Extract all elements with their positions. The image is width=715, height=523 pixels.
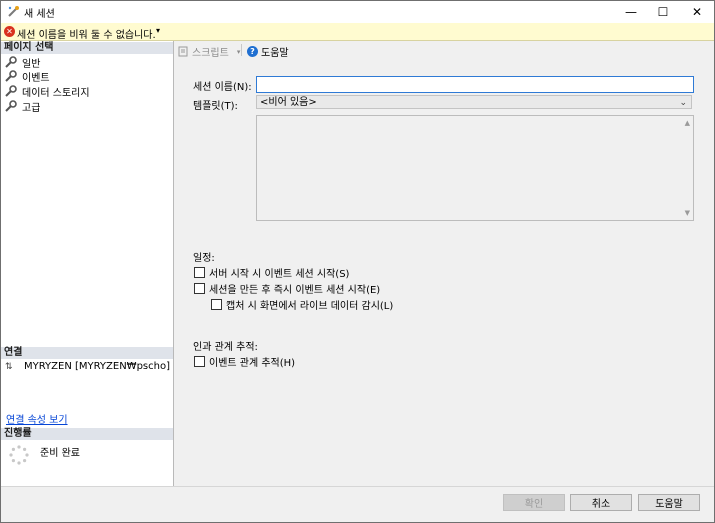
window-title: 새 세션 (24, 9, 55, 20)
minimize-button[interactable]: — (614, 1, 648, 23)
progress-spinner-icon (9, 445, 29, 465)
wrench-icon (5, 56, 17, 68)
nav-item-label: 이벤트 (22, 72, 50, 84)
nav-item-advanced[interactable]: 고급 (4, 99, 41, 114)
script-icon (178, 46, 188, 57)
wrench-icon (5, 85, 17, 97)
checkbox-label: 이벤트 관계 추적(H) (209, 358, 296, 369)
close-button[interactable]: ✕ (680, 1, 714, 23)
checkbox-label: 서버 시작 시 이벤트 세션 시작(S) (209, 269, 350, 280)
template-value: <비어 있음> (260, 97, 317, 108)
ok-button[interactable]: 확인 (503, 494, 565, 511)
nav-item-events[interactable]: 이벤트 (4, 69, 50, 84)
checkbox-box[interactable] (194, 267, 205, 278)
script-label: 스크립트 (192, 48, 229, 59)
help-button[interactable]: 도움말 (638, 494, 700, 511)
server-connection-icon: ⇅ (5, 362, 13, 372)
connection-header: 연결 (1, 347, 173, 359)
start-on-server-start-checkbox[interactable]: 서버 시작 시 이벤트 세션 시작(S) (194, 265, 349, 280)
progress-status: 준비 완료 (40, 448, 80, 459)
nav-item-general[interactable]: 일반 (4, 55, 41, 70)
error-message: 세션 이름을 비워 둘 수 없습니다. (17, 30, 156, 41)
help-toolbar-button[interactable]: ? 도움말 (247, 44, 289, 59)
view-connection-properties-link[interactable]: 연결 속성 보기 (6, 411, 68, 426)
nav-item-label: 고급 (22, 102, 41, 114)
template-select[interactable]: <비어 있음> ⌄ (256, 95, 692, 109)
nav-item-label: 데이터 스토리지 (22, 87, 90, 99)
checkbox-box[interactable] (194, 283, 205, 294)
checkbox-box[interactable] (211, 299, 222, 310)
wrench-icon (5, 100, 17, 112)
script-button[interactable]: 스크립트 ▾ (178, 44, 240, 59)
checkbox-label: 세션을 만든 후 즉시 이벤트 세션 시작(E) (209, 285, 381, 296)
chevron-down-icon: ⌄ (679, 98, 687, 108)
chevron-down-icon[interactable]: ▾ (237, 48, 241, 56)
start-after-create-checkbox[interactable]: 세션을 만든 후 즉시 이벤트 세션 시작(E) (194, 281, 380, 296)
track-causality-checkbox[interactable]: 이벤트 관계 추적(H) (194, 354, 295, 369)
wrench-icon (5, 70, 17, 82)
nav-item-label: 일반 (22, 58, 41, 70)
watch-live-data-checkbox[interactable]: 캡처 시 화면에서 라이브 데이터 감시(L) (211, 297, 393, 312)
nav-item-data-storage[interactable]: 데이터 스토리지 (4, 84, 90, 99)
session-name-input[interactable] (256, 76, 694, 93)
help-icon: ? (247, 46, 258, 57)
session-name-label: 세션 이름(N): (193, 82, 252, 93)
page-select-header: 페이지 선택 (1, 42, 173, 54)
progress-header: 진행률 (1, 428, 173, 440)
cancel-button[interactable]: 취소 (570, 494, 632, 511)
error-icon: ✕ (4, 26, 15, 37)
causality-label: 인과 관계 추적: (193, 342, 258, 353)
checkbox-box[interactable] (194, 356, 205, 367)
scroll-down-icon[interactable]: ▼ (685, 209, 690, 217)
title-bar (1, 1, 714, 23)
checkbox-label: 캡처 시 화면에서 라이브 데이터 감시(L) (226, 301, 394, 312)
template-description-box: ▲ ▼ (256, 115, 694, 221)
message-dropdown-icon[interactable]: ▾ (156, 26, 160, 35)
schedule-label: 일정: (193, 253, 215, 264)
connection-text: MYRYZEN [MYRYZEN₩pscho] (24, 361, 170, 372)
template-label: 템플릿(T): (193, 101, 238, 112)
toolbar-separator (241, 44, 242, 56)
new-session-icon (8, 6, 19, 17)
scroll-up-icon[interactable]: ▲ (685, 119, 690, 127)
maximize-button[interactable]: ☐ (646, 1, 680, 23)
help-toolbar-label: 도움말 (261, 48, 289, 59)
